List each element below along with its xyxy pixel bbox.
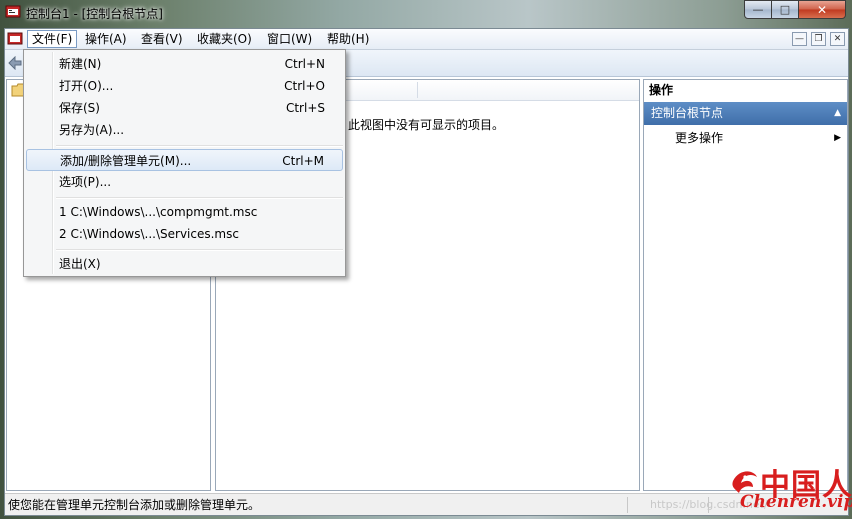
window-title: 控制台1 - [控制台根节点] <box>26 7 163 21</box>
menu-item-add-remove-snapin[interactable]: 添加/删除管理单元(M)... Ctrl+M <box>26 149 343 171</box>
minimize-button[interactable]: — <box>744 0 772 19</box>
menu-action[interactable]: 操作(A) <box>81 31 131 47</box>
mdi-minimize-button[interactable]: — <box>792 32 807 46</box>
menu-item-new[interactable]: 新建(N) Ctrl+N <box>26 53 343 75</box>
menu-separator <box>56 145 343 147</box>
menu-item-save-as[interactable]: 另存为(A)... <box>26 119 343 141</box>
console-icon[interactable] <box>7 31 23 47</box>
back-arrow-icon[interactable] <box>8 56 22 70</box>
mmc-app-icon <box>5 5 21 18</box>
more-actions-label: 更多操作 <box>675 131 724 145</box>
title-bar[interactable]: 控制台1 - [控制台根节点] — □ ✕ <box>0 0 852 26</box>
logo-subtitle: Chenren.vip <box>740 492 852 512</box>
menu-item-recent-2[interactable]: 2 C:\Windows\...\Services.msc <box>26 223 343 245</box>
collapse-up-icon[interactable]: ▲ <box>834 102 841 125</box>
menu-item-options[interactable]: 选项(P)... <box>26 171 343 193</box>
menu-help[interactable]: 帮助(H) <box>323 31 373 47</box>
menu-favorites[interactable]: 收藏夹(O) <box>193 31 256 47</box>
menu-view[interactable]: 查看(V) <box>137 31 187 47</box>
file-dropdown-menu: 新建(N) Ctrl+N 打开(O)... Ctrl+O 保存(S) Ctrl+… <box>23 49 346 277</box>
menu-item-exit[interactable]: 退出(X) <box>26 253 343 275</box>
status-text: 使您能在管理单元控制台添加或删除管理单元。 <box>8 498 261 512</box>
mmc-window: 控制台1 - [控制台根节点] — □ ✕ 文件(F) 操作(A) 查看(V) … <box>0 0 852 519</box>
close-button[interactable]: ✕ <box>798 0 846 19</box>
column-divider[interactable] <box>417 82 418 98</box>
menu-bar: 文件(F) 操作(A) 查看(V) 收藏夹(O) 窗口(W) 帮助(H) — ❐… <box>5 29 848 50</box>
actions-pane: 操作 控制台根节点 ▲ 更多操作 ▶ <box>643 79 848 491</box>
menu-file[interactable]: 文件(F) <box>27 30 78 48</box>
menu-window[interactable]: 窗口(W) <box>263 31 316 47</box>
menu-separator <box>56 249 343 251</box>
menu-separator <box>56 197 343 199</box>
status-divider <box>627 497 628 513</box>
menu-item-save[interactable]: 保存(S) Ctrl+S <box>26 97 343 119</box>
maximize-button[interactable]: □ <box>771 0 799 19</box>
mdi-restore-button[interactable]: ❐ <box>811 32 826 46</box>
actions-header: 操作 <box>644 80 847 100</box>
submenu-arrow-icon: ▶ <box>834 133 841 143</box>
empty-view-message: 此视图中没有可显示的项目。 <box>348 118 505 132</box>
mdi-close-button[interactable]: ✕ <box>830 32 845 46</box>
status-bar: 使您能在管理单元控制台添加或删除管理单元。 https://blog.csdn.… <box>5 493 848 515</box>
actions-section-label: 控制台根节点 <box>651 106 724 120</box>
menu-item-recent-1[interactable]: 1 C:\Windows\...\compmgmt.msc <box>26 201 343 223</box>
actions-section-root-node[interactable]: 控制台根节点 ▲ <box>644 102 847 125</box>
more-actions-item[interactable]: 更多操作 ▶ <box>644 127 847 149</box>
menu-item-open[interactable]: 打开(O)... Ctrl+O <box>26 75 343 97</box>
